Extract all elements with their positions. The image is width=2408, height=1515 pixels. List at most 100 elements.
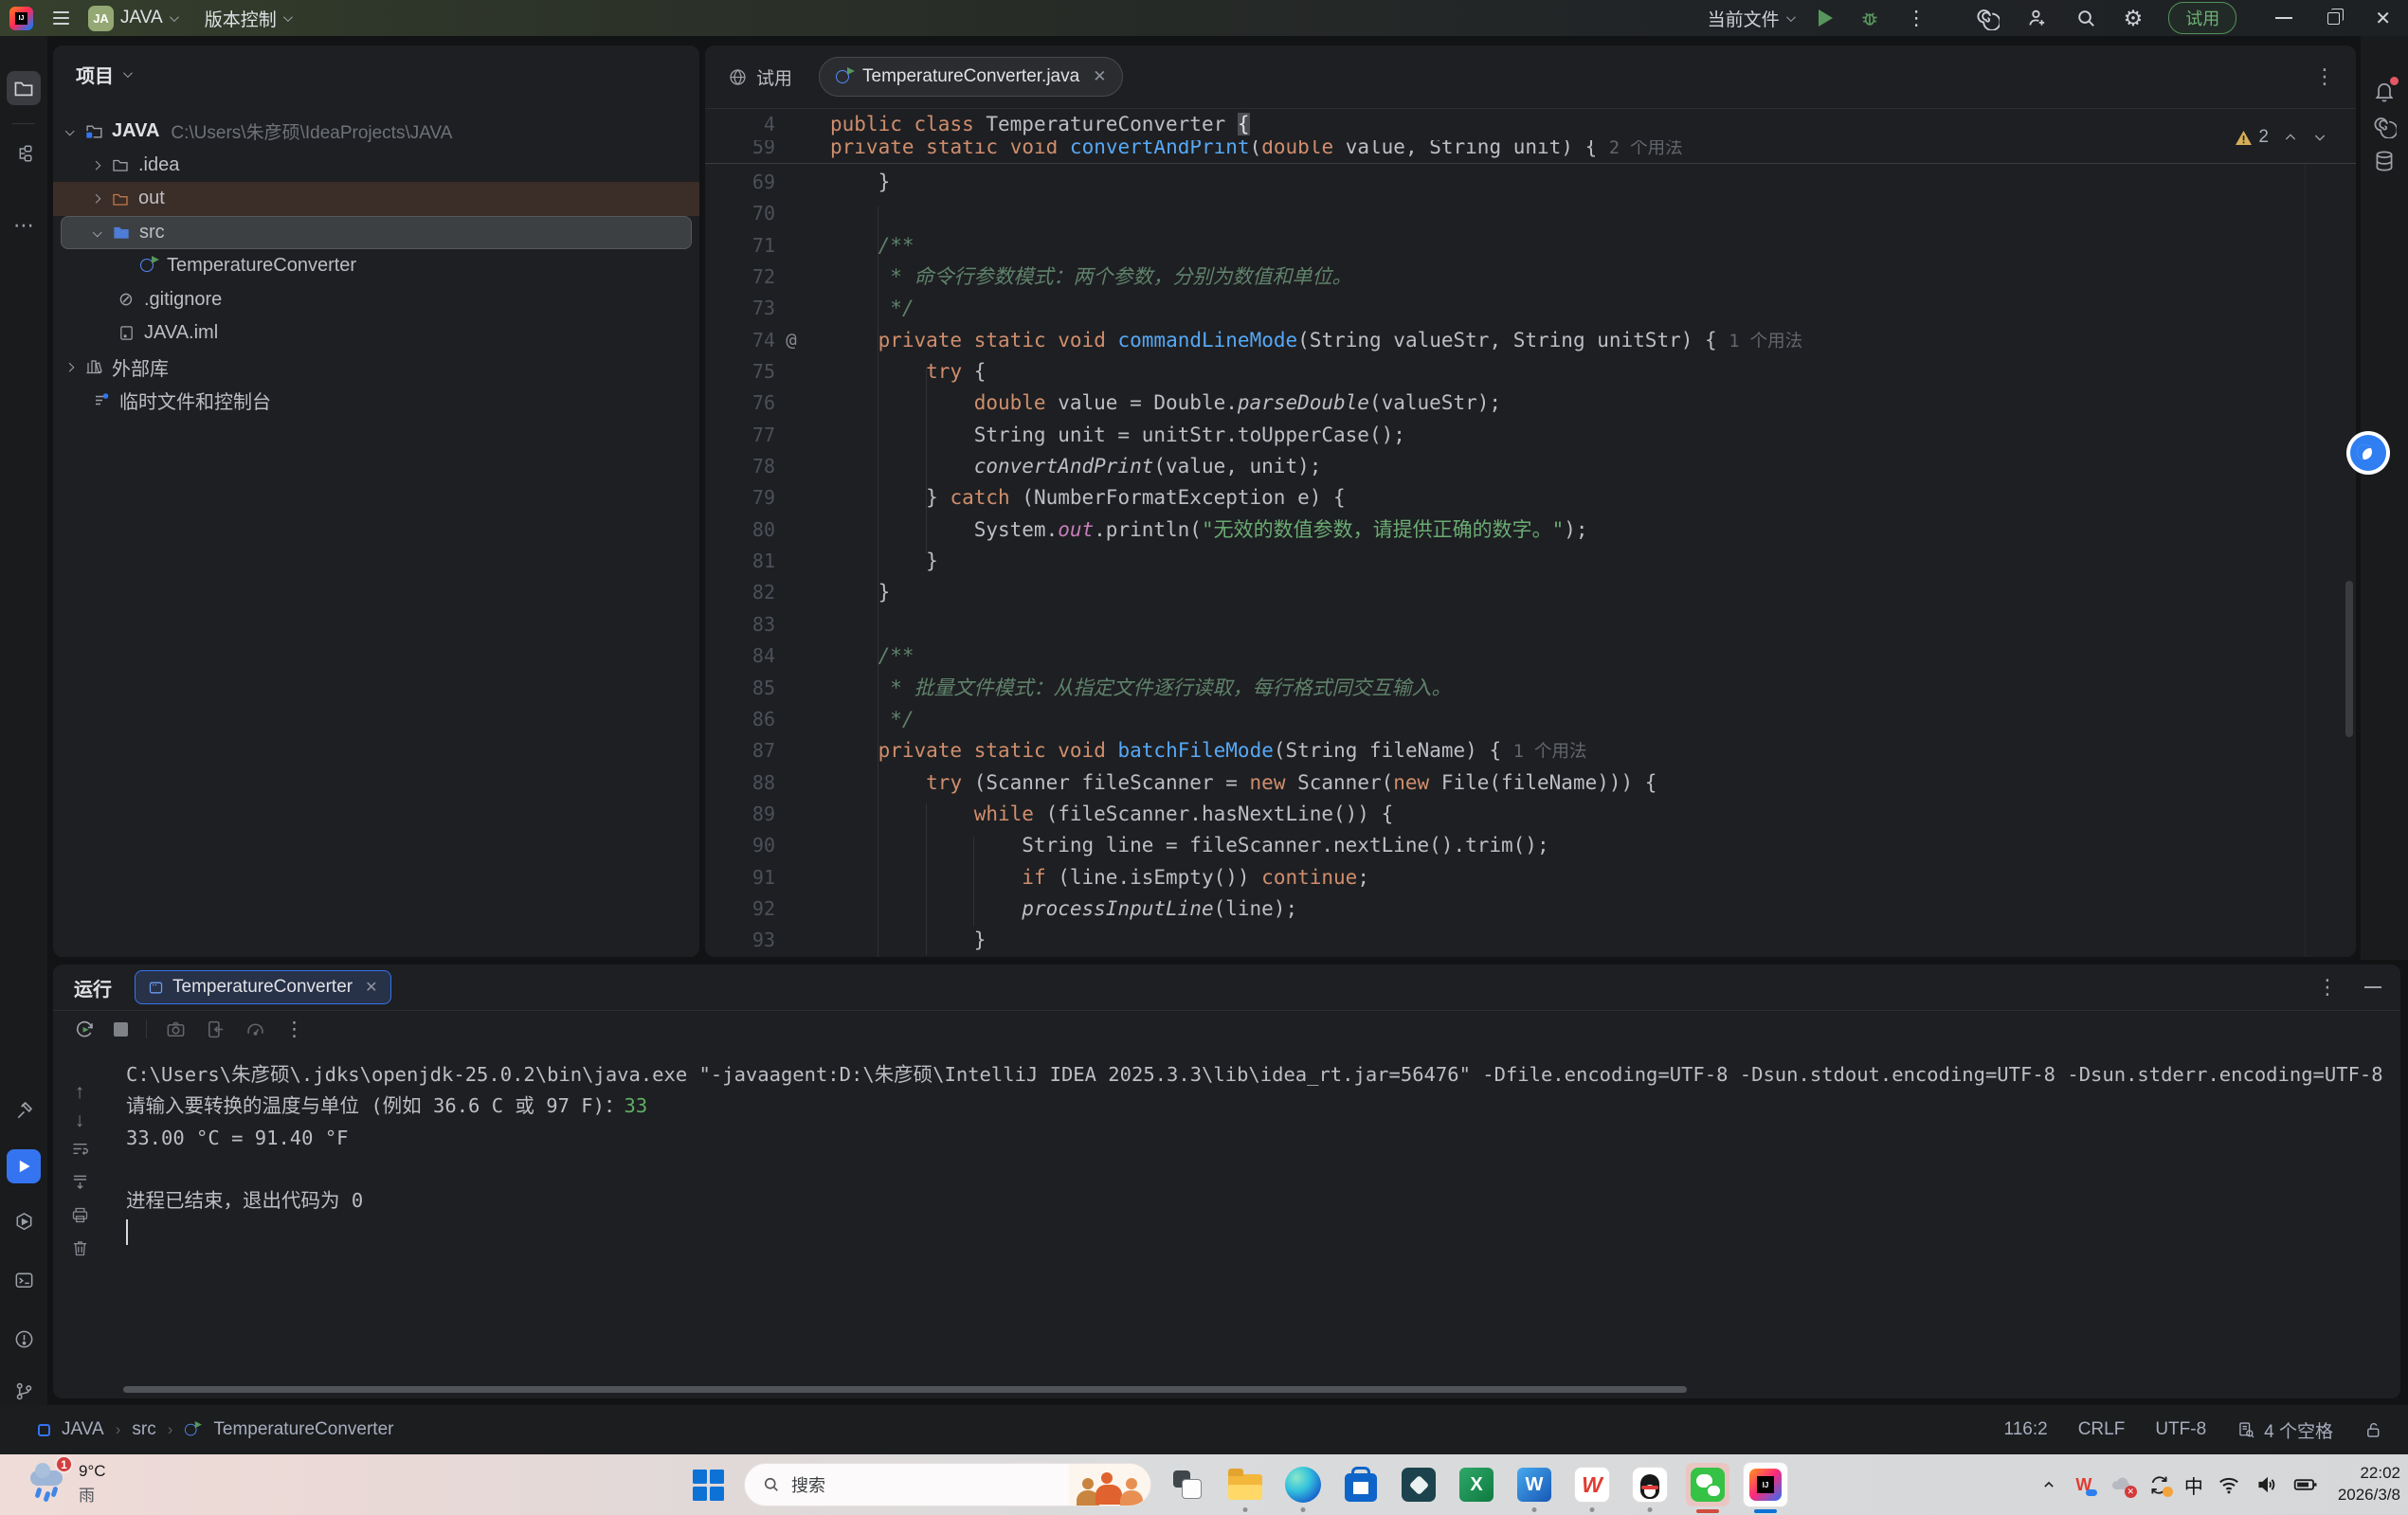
code-line-82[interactable]: 82 } [705,577,2356,608]
tree-item-临时文件和控制台[interactable]: 临时文件和控制台 [53,384,699,418]
tree-item-.idea[interactable]: .idea [53,149,699,183]
project-tool-button[interactable] [7,71,41,105]
breadcrumb-src[interactable]: src [132,1419,155,1440]
close-run-tab-icon[interactable]: ✕ [365,978,377,997]
code-line-93[interactable]: 93 } [705,925,2356,956]
edge-button[interactable] [1281,1463,1325,1506]
code-line-69[interactable]: 69 } [705,167,2356,198]
search-everywhere-button[interactable] [2074,7,2098,30]
structure-tool-button[interactable] [7,136,41,171]
chevron-down-icon[interactable] [59,128,81,135]
window-restore-button[interactable] [2327,12,2340,25]
line-separator[interactable]: CRLF [2078,1419,2126,1440]
tree-item-src[interactable]: src [61,216,692,250]
code-line-59[interactable]: 59private static void convertAndPrint(do… [705,140,2356,163]
run-button[interactable] [1819,9,1833,27]
code-line-79[interactable]: 79 } catch (NumberFormatException e) { [705,482,2356,514]
tree-item-外部库[interactable]: 外部库 [53,351,699,385]
window-minimize-button[interactable] [2275,17,2292,19]
weather-widget[interactable]: 1 9°C 雨 [28,1459,106,1509]
more-actions-button[interactable]: ⋮ [1907,7,1927,30]
word-button[interactable]: W [1512,1463,1556,1506]
sync-tray-icon[interactable] [2147,1473,2171,1497]
task-view-button[interactable] [1166,1463,1209,1506]
excel-button[interactable]: X [1455,1463,1498,1506]
attach-process-button[interactable] [205,1019,226,1040]
ai-assistant-tool-button[interactable] [2372,114,2397,138]
code-line-85[interactable]: 85 * 批量文件模式：从指定文件逐行读取，每行格式同交互输入。 [705,673,2356,704]
tree-item-JAVA[interactable]: JAVAC:\Users\朱彦硕\IdeaProjects\JAVA [53,115,699,149]
chevron-right-icon[interactable] [59,364,81,370]
clear-console-button[interactable] [70,1238,90,1263]
battery-tray-icon[interactable] [2292,1472,2319,1497]
project-panel-header[interactable]: 项目 [53,45,699,88]
tree-item-out[interactable]: out [53,182,699,216]
close-tab-icon[interactable]: ✕ [1093,67,1106,86]
breadcrumb-class[interactable]: TemperatureConverter [213,1419,393,1440]
taskbar-clock[interactable]: 22:02 2026/3/8 [2338,1463,2400,1506]
vcs-widget[interactable]: 版本控制 [205,6,290,31]
run-tab-temperatureconverter[interactable]: TemperatureConverter ✕ [135,970,391,1004]
dark-app-button[interactable] [1397,1463,1440,1506]
code-line-92[interactable]: 92 processInputLine(line); [705,893,2356,925]
start-button[interactable] [686,1463,730,1506]
run-more-button[interactable]: ⋮ [2317,975,2338,1000]
editor-scrollbar[interactable] [2345,581,2353,737]
wifi-tray-icon[interactable] [2217,1472,2241,1497]
code-line-84[interactable]: 84 /** [705,640,2356,672]
intellij-idea-button[interactable]: IJ [1744,1463,1787,1506]
window-close-button[interactable]: ✕ [2375,7,2391,30]
code-line-4[interactable]: 4public class TemperatureConverter { [705,109,2356,140]
code-line-80[interactable]: 80 System.out.println("无效的数值参数，请提供正确的数字。… [705,514,2356,546]
preview-tab[interactable]: 试用 [728,64,792,90]
scroll-to-end-button[interactable] [70,1172,90,1197]
indent-widget[interactable]: 4 个空格 [2236,1417,2333,1443]
console-horizontal-scrollbar[interactable] [123,1386,1687,1393]
editor-tab-temperatureconverter[interactable]: TemperatureConverter.java ✕ [819,57,1123,97]
code-line-70[interactable]: 70 [705,198,2356,229]
taskbar-search[interactable]: 搜索 [744,1463,1151,1506]
chevron-right-icon[interactable] [85,195,108,202]
cloud-error-tray-icon[interactable]: ✕ [2109,1472,2134,1497]
stop-button[interactable] [114,1022,128,1037]
code-line-77[interactable]: 77 String unit = unitStr.toUpperCase(); [705,420,2356,451]
code-line-86[interactable]: 86 */ [705,704,2356,735]
prev-occurrence-button[interactable]: ↑ [75,1082,85,1102]
ime-indicator[interactable]: 中 [2184,1471,2203,1499]
qq-button[interactable] [1628,1463,1672,1506]
problems-tool-button[interactable] [7,1322,41,1356]
code-line-81[interactable]: 81 } [705,546,2356,577]
wps-cloud-tray-icon[interactable]: W [2072,1472,2096,1497]
debug-button[interactable] [1858,7,1881,29]
notifications-button[interactable] [2372,79,2397,103]
code-line-88[interactable]: 88 try (Scanner fileScanner = new Scanne… [705,767,2356,799]
trial-badge[interactable]: 试用 [2168,2,2236,34]
tree-item-JAVA.iml[interactable]: JAVA.iml [53,316,699,351]
profiler-snapshot-button[interactable] [165,1019,187,1040]
code-line-91[interactable]: 91 if (line.isEmpty()) continue; [705,862,2356,893]
main-menu-button[interactable] [46,4,75,32]
inspections-widget[interactable]: 2 [2235,127,2327,148]
soft-wrap-button[interactable] [70,1139,90,1163]
code-line-83[interactable]: 83 [705,609,2356,640]
code-line-87[interactable]: 87 private static void batchFileMode(Str… [705,735,2356,767]
settings-button[interactable]: ⚙ [2124,6,2144,31]
profiler-button[interactable] [244,1019,266,1040]
code-line-75[interactable]: 75 try { [705,356,2356,388]
next-warning-icon[interactable] [2312,130,2327,145]
build-tool-button[interactable] [7,1092,41,1127]
code-line-90[interactable]: 90 String line = fileScanner.nextLine().… [705,830,2356,861]
version-control-tool-button[interactable] [7,1374,41,1408]
code-line-74[interactable]: 74@ private static void commandLineMode(… [705,325,2356,356]
microsoft-store-button[interactable] [1339,1463,1383,1506]
tree-item-TemperatureConverter[interactable]: TemperatureConverter [53,249,699,283]
wps-button[interactable]: W [1570,1463,1614,1506]
file-encoding[interactable]: UTF-8 [2155,1419,2206,1440]
prev-warning-icon[interactable] [2283,130,2298,145]
code-line-89[interactable]: 89 while (fileScanner.hasNextLine()) { [705,799,2356,830]
chevron-right-icon[interactable] [85,162,108,169]
services-tool-button[interactable] [7,1204,41,1238]
wechat-button[interactable] [1686,1463,1729,1506]
caret-position[interactable]: 116:2 [2004,1419,2048,1440]
terminal-tool-button[interactable] [7,1263,41,1297]
